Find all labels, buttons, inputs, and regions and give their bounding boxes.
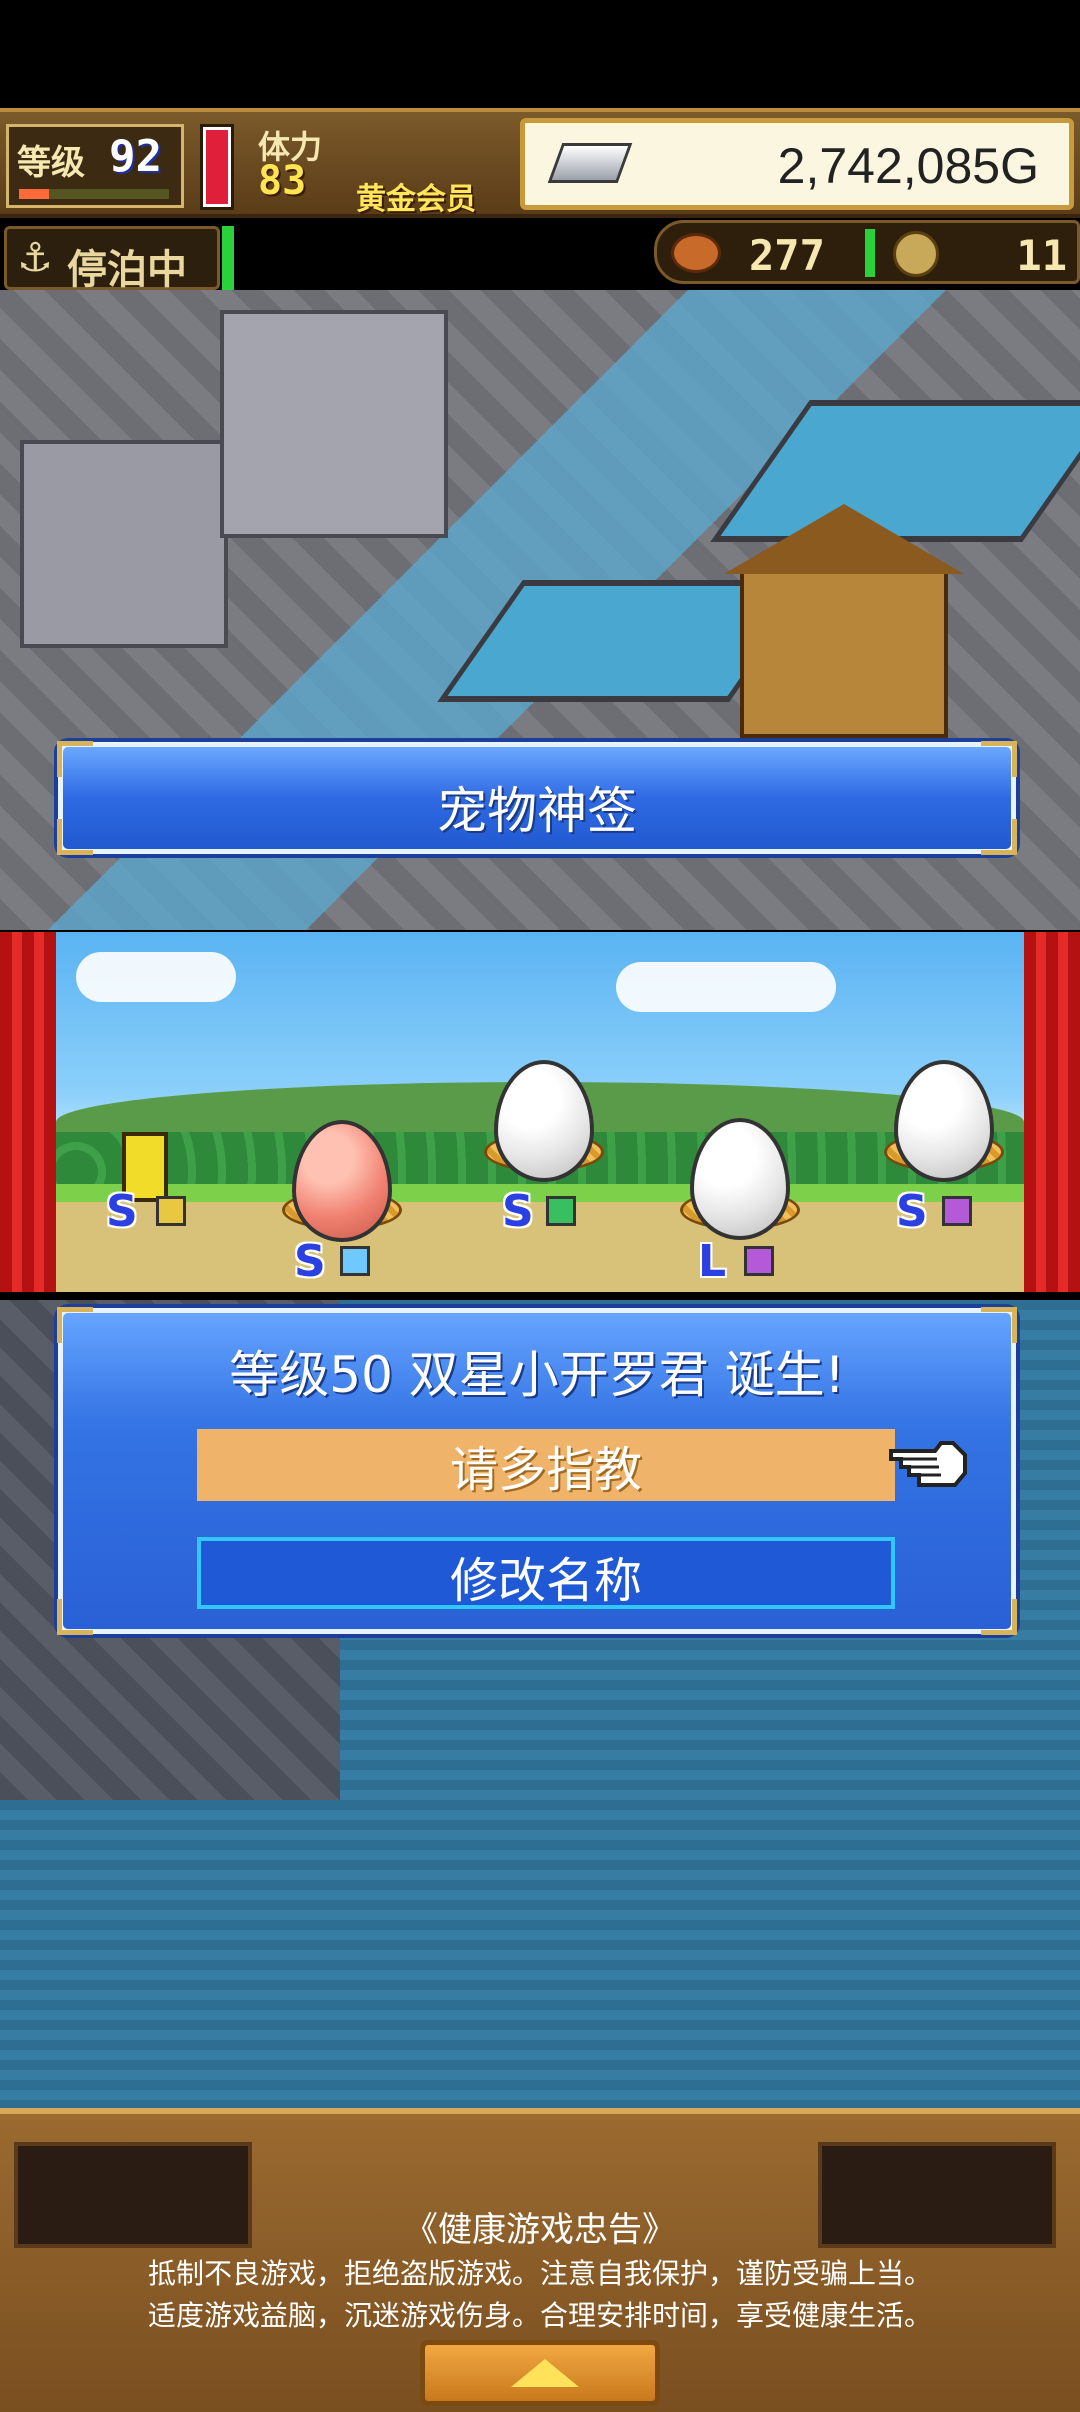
level-progress-bar <box>19 189 169 199</box>
stamina-gauge-fill <box>206 130 228 204</box>
castle-building[interactable] <box>20 440 228 648</box>
castle-building[interactable] <box>220 310 448 538</box>
pet-gem <box>156 1196 186 1226</box>
silver-ingot-icon <box>547 143 633 183</box>
stamina-gauge <box>200 124 234 210</box>
resource-panel[interactable]: 277 11 <box>654 220 1080 284</box>
pet-gem <box>942 1196 972 1226</box>
anchor-status-label: 停泊中 <box>67 247 187 293</box>
pet-rank: L <box>698 1236 727 1287</box>
expand-menu-button[interactable] <box>420 2340 660 2406</box>
arrow-up-icon <box>511 2359 579 2387</box>
food-icon <box>671 233 721 273</box>
pet-birth-dialog: 等级50 双星小开罗君 诞生! 请多指教 修改名称 <box>57 1307 1017 1635</box>
egg-white[interactable] <box>894 1060 994 1182</box>
pet-gem <box>340 1246 370 1276</box>
dialog-message: 等级50 双星小开罗君 诞生! <box>229 1346 845 1404</box>
pet-rank: S <box>294 1236 326 1287</box>
level-progress-fill <box>19 189 49 199</box>
wooden-house[interactable] <box>724 504 964 738</box>
anchor-indicator <box>222 226 234 290</box>
pet-rank: S <box>502 1186 534 1237</box>
coin-icon <box>893 231 939 277</box>
anchor-status-button[interactable]: ⚓ 停泊中 <box>4 226 220 293</box>
cloud <box>616 962 836 1012</box>
membership-badge: 黄金会员 <box>356 182 476 217</box>
game-hud: 等级 92 体力 83 黄金会员 2,742,085G <box>0 108 1080 218</box>
bottom-panel: 《健康游戏忠告》 抵制不良游戏，拒绝盗版游戏。注意自我保护，谨防受骗上当。 适度… <box>0 2108 1080 2412</box>
curtain-left <box>0 932 56 1292</box>
pet-stage: S S S L S <box>0 932 1080 1292</box>
pet-gem <box>546 1196 576 1226</box>
gold-panel[interactable]: 2,742,085G <box>520 118 1074 210</box>
level-panel[interactable]: 等级 92 <box>6 124 184 208</box>
pet-gem <box>744 1246 774 1276</box>
confirm-button[interactable]: 请多指教 <box>197 1429 895 1501</box>
stage-view: S S S L S <box>56 932 1024 1292</box>
stamina-value: 83 <box>258 158 307 204</box>
curtain-right <box>1024 932 1080 1292</box>
rename-button[interactable]: 修改名称 <box>197 1537 895 1609</box>
dialog-corner <box>57 1599 93 1635</box>
resource-divider <box>865 229 875 277</box>
ground <box>56 1184 1024 1292</box>
status-bar <box>0 0 1080 108</box>
health-advisory-title: 《健康游戏忠告》 <box>404 2210 676 2250</box>
level-label: 等级 <box>17 143 85 183</box>
health-advisory-line: 适度游戏益脑，沉迷游戏伤身。合理安排时间，享受健康生活。 <box>147 2299 932 2332</box>
health-advisory-line: 抵制不良游戏，拒绝盗版游戏。注意自我保护，谨防受骗上当。 <box>147 2257 932 2290</box>
egg-white[interactable] <box>494 1060 594 1182</box>
pet-rank: S <box>106 1186 138 1237</box>
pointing-hand-icon <box>889 1441 967 1487</box>
dialog-corner <box>981 1599 1017 1635</box>
coin-count: 11 <box>1016 231 1067 280</box>
banner-title: 宠物神签 <box>437 782 637 840</box>
pet-rank: S <box>896 1186 928 1237</box>
anchor-icon: ⚓ <box>17 235 53 281</box>
title-banner: 宠物神签 <box>57 741 1017 855</box>
cloud <box>76 952 236 1002</box>
gold-amount: 2,742,085G <box>777 138 1039 194</box>
food-count: 277 <box>749 231 825 280</box>
level-value: 92 <box>109 131 162 182</box>
